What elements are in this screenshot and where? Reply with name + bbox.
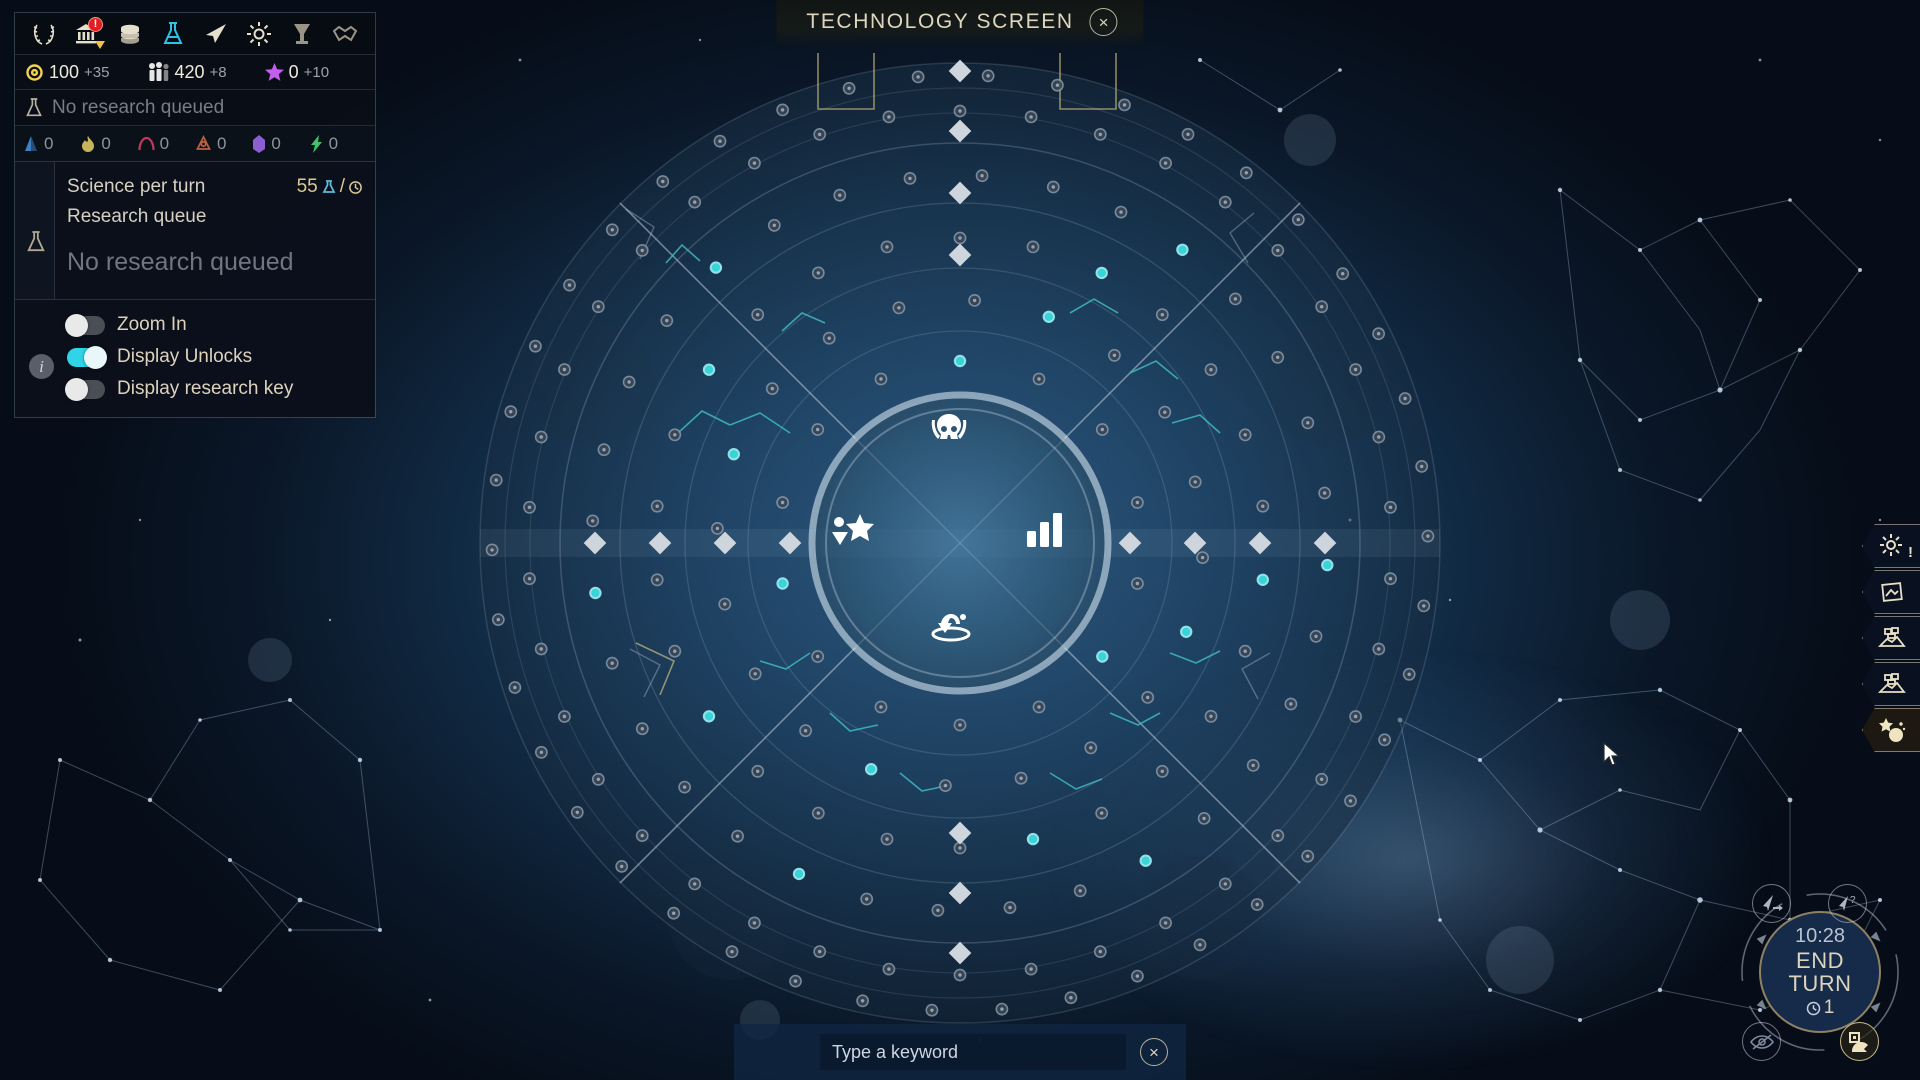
end-turn-label-line1: END [1796,947,1844,973]
right-icon-rail: ! [1862,524,1920,752]
toggle-zoom-in-label: Zoom In [117,314,187,335]
resource-gold-value: 100 [49,61,80,82]
science-per-turn-line: Science per turn 55 / [67,172,363,202]
resource-gold-delta: +35 [84,63,110,81]
strategic-hydrogen[interactable]: 0 [80,134,137,154]
strategic-hydrogen-value: 0 [101,133,111,153]
current-research-row[interactable]: No research queued [15,90,375,126]
turn-number: 1 [1823,997,1835,1019]
topbar-icon-sun-burst-icon[interactable] [238,15,279,53]
topbar-icon-handshake-icon[interactable] [324,15,365,53]
topbar-icon-arrow-expansion-icon[interactable] [195,15,236,53]
close-screen-button[interactable]: × [1089,8,1118,36]
government-alert-badge: ! [88,16,103,32]
topbar-icon-coins-stack-icon[interactable] [109,15,150,53]
hud-icon-bar: ! [15,13,375,55]
rail-button-quarry-rocks-icon-2[interactable] [1862,662,1920,706]
topbar-icon-science-flask-icon[interactable] [152,15,193,53]
research-tooltip: Science per turn 55 / Research queue No … [15,162,375,300]
toggle-display-research-key-label: Display research key [117,378,294,399]
toggle-display-unlocks-label: Display Unlocks [117,346,253,367]
svg-text:?: ? [1850,895,1856,906]
resource-influence[interactable]: 0 +10 [264,61,330,83]
per-turn-icon [349,180,362,194]
strategic-dust[interactable]: 0 [195,134,252,154]
rail-button-quarry-rocks-icon[interactable] [1862,616,1920,660]
end-turn-counter: 1 [1806,997,1835,1019]
toggle-display-research-key[interactable]: Display research key [15,373,375,405]
strategic-energy-value: 0 [328,133,339,153]
rail-button-star-planet-icon[interactable] [1862,708,1920,752]
science-per-turn-separator: / [339,176,345,197]
resource-gold[interactable]: 100 +35 [25,62,110,83]
research-queue-label: Research queue [67,206,207,227]
strategic-titanium[interactable]: 0 [23,134,80,154]
end-turn-clock: 10:28 [1794,924,1846,947]
science-per-turn-value: 55 [296,176,318,197]
mini-button-next-unit-icon[interactable] [1752,884,1791,923]
info-icon[interactable]: i [29,354,54,379]
clear-search-button[interactable]: × [1140,1038,1168,1066]
end-turn-button[interactable]: 10:28 END TURN 1 [1759,911,1881,1033]
strategic-crystal-value: 0 [271,133,281,153]
science-small-icon [322,180,336,193]
topbar-icon-government-bank-icon[interactable]: ! [66,15,107,53]
toggle-display-research-key-switch[interactable] [65,377,105,401]
resource-influence-delta: +10 [303,63,330,81]
turn-clock-icon [1806,1001,1820,1015]
strategic-titanium-value: 0 [44,133,54,153]
toggle-zoom-in[interactable]: Zoom In [15,309,375,341]
strategic-antimatter-value: 0 [159,133,170,153]
rail-alert-badge: ! [1908,544,1913,561]
resource-population-delta: +8 [209,63,227,81]
current-research-text: No research queued [52,96,225,118]
science-per-turn-label: Science per turn [67,176,206,197]
screen-title-bar: TECHNOLOGY SCREEN × [776,0,1144,48]
toggle-display-unlocks-switch[interactable] [67,345,107,369]
strategic-dust-value: 0 [216,133,227,153]
mini-button-unit-query-icon[interactable]: ? [1828,884,1867,923]
tooltip-flask-icon [25,230,47,254]
strategic-crystal[interactable]: 0 [252,134,309,154]
keyword-search-bar: × [734,1024,1186,1080]
topbar-icon-laurel-wreath-icon[interactable] [23,15,64,53]
game-screen: TECHNOLOGY SCREEN × ! 100 +35 420 +8 0 +… [0,0,1920,1080]
end-turn-label-line2: TURN [1788,971,1852,996]
mini-button-hidden-eye-icon[interactable] [1742,1022,1781,1061]
research-queue-empty-text: No research queued [67,248,294,276]
page-title: TECHNOLOGY SCREEN [806,10,1074,33]
strategic-resource-row: 0 0 0 0 0 0 [15,126,375,162]
display-toggles: i Zoom In Display Unlocks Display resear… [15,300,375,417]
science-flask-icon [26,97,42,116]
toggle-display-unlocks[interactable]: Display Unlocks [15,341,375,373]
resource-population[interactable]: 420 +8 [148,62,227,83]
resource-population-value: 420 [174,61,205,82]
resource-row: 100 +35 420 +8 0 +10 [15,55,375,90]
mini-button-build-hand-icon[interactable] [1840,1022,1879,1061]
research-queue-line: Research queue [67,202,363,232]
rail-button-sun-burst-alert-icon[interactable]: ! [1862,524,1920,568]
end-turn-widget: 10:28 END TURN 1 ? [1732,872,1908,1072]
strategic-energy[interactable]: 0 [310,134,367,154]
topbar-icon-trophy-goblet-icon[interactable] [281,15,322,53]
toggle-zoom-in-switch[interactable] [65,313,105,337]
rail-button-framed-picture-icon[interactable] [1862,570,1920,614]
search-input[interactable] [820,1034,1126,1070]
resource-influence-value: 0 [288,61,299,82]
strategic-antimatter[interactable]: 0 [138,134,195,154]
empire-hud-panel: ! 100 +35 420 +8 0 +10 No research queue… [14,12,376,418]
